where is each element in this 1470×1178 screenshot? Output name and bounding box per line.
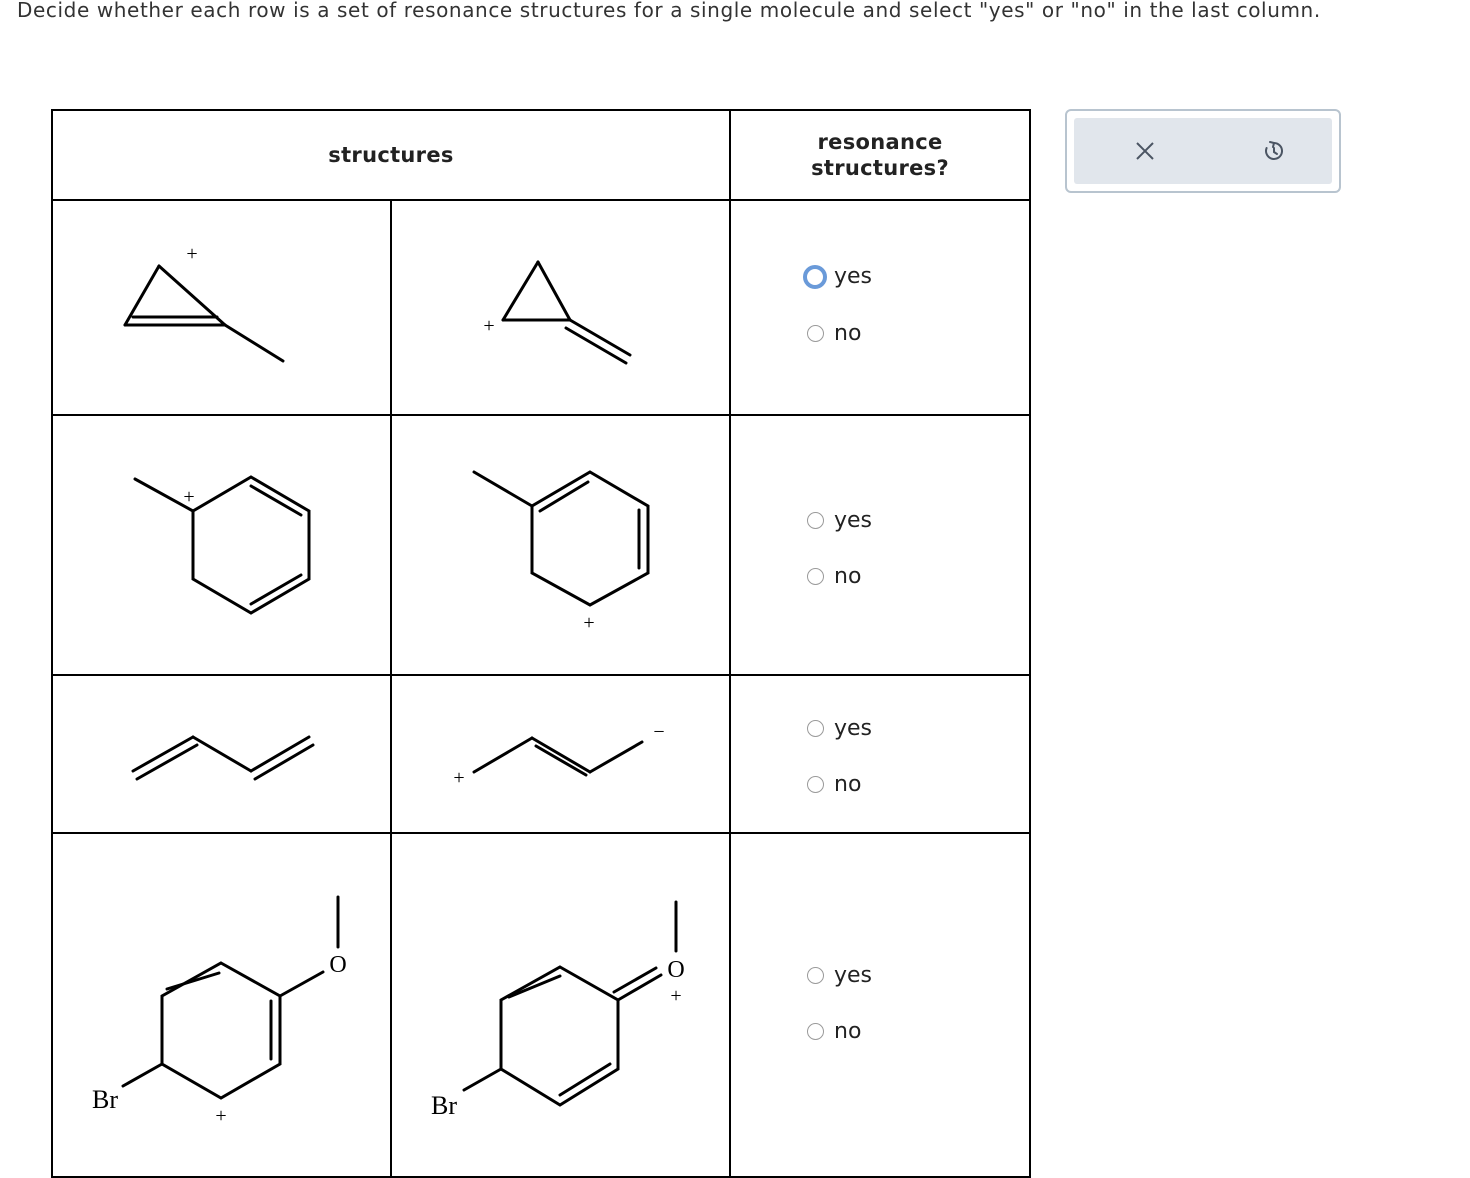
answer-cell-3: yes no — [729, 674, 1031, 834]
structure-2b: + — [390, 414, 731, 676]
structure-1b-drawing: + — [483, 260, 632, 365]
option-label: no — [834, 772, 862, 797]
header-resonance-label: resonance structures? — [811, 130, 949, 180]
structure-4a: O Br + — [51, 832, 392, 1178]
radio-button[interactable] — [807, 1023, 824, 1040]
option-label: yes — [834, 963, 873, 988]
resonance-table: structures resonance structures? + + yes… — [51, 109, 1031, 1178]
x-icon — [1136, 142, 1154, 160]
structure-3b: + − — [390, 674, 731, 834]
option-label: yes — [834, 508, 873, 533]
structure-3a-drawing — [131, 735, 315, 781]
structure-2a-drawing: + — [133, 475, 311, 615]
header-resonance-structures: resonance structures? — [729, 109, 1031, 201]
radio-option-yes[interactable]: yes — [807, 508, 872, 533]
answer-cell-2: yes no — [729, 414, 1031, 676]
radio-button[interactable] — [807, 720, 824, 737]
table-row-3: + − yes no — [51, 674, 1031, 834]
radio-button[interactable] — [807, 325, 824, 342]
answer-cell-4: yes no — [729, 832, 1031, 1178]
structure-2b-drawing: + — [472, 470, 650, 634]
header-structures: structures — [51, 109, 731, 201]
option-label: no — [834, 321, 862, 346]
radio-option-no[interactable]: no — [807, 321, 861, 346]
structure-4a-drawing: O Br + — [92, 895, 347, 1127]
clear-button[interactable] — [1131, 137, 1159, 165]
structure-3b-drawing: + − — [453, 721, 664, 789]
charge-plus: + — [186, 243, 197, 265]
table-row-1: + + yes no — [51, 199, 1031, 416]
charge-plus: + — [483, 315, 494, 337]
charge-minus: − — [653, 721, 664, 743]
option-label: no — [834, 1019, 862, 1044]
radio-option-yes[interactable]: yes — [803, 264, 873, 289]
option-label: yes — [834, 716, 873, 741]
answer-cell-1: yes no — [729, 199, 1031, 416]
table-row-2: + + yes no — [51, 414, 1031, 676]
radio-button[interactable] — [807, 967, 824, 984]
structure-1a: + — [51, 199, 392, 416]
option-label: yes — [834, 264, 873, 289]
undo-icon — [1265, 141, 1283, 160]
charge-plus: + — [670, 985, 681, 1007]
bromine-atom: Br — [431, 1091, 457, 1120]
radio-button[interactable] — [807, 776, 824, 793]
charge-plus: + — [583, 612, 594, 634]
radio-option-no[interactable]: no — [807, 564, 861, 589]
radio-option-no[interactable]: no — [807, 772, 861, 797]
structure-1a-drawing: + — [123, 243, 285, 363]
structure-4b-drawing: O + Br — [431, 900, 685, 1120]
radio-button[interactable] — [803, 264, 827, 289]
structure-2a: + — [51, 414, 392, 676]
radio-option-no[interactable]: no — [807, 1019, 861, 1044]
table-header-row: structures resonance structures? — [51, 109, 1031, 201]
table-row-4: O Br + O + Br yes no — [51, 832, 1031, 1178]
oxygen-atom: O — [667, 957, 684, 983]
radio-button[interactable] — [807, 512, 824, 529]
charge-plus: + — [183, 486, 194, 508]
radio-option-yes[interactable]: yes — [807, 716, 872, 741]
toolbar-panel — [1074, 118, 1332, 184]
structure-1b: + — [390, 199, 731, 416]
structure-3a — [51, 674, 392, 834]
option-label: no — [834, 564, 862, 589]
reset-button[interactable] — [1260, 137, 1288, 165]
oxygen-atom: O — [329, 952, 346, 978]
bromine-atom: Br — [92, 1085, 118, 1114]
radio-button[interactable] — [807, 568, 824, 585]
radio-option-yes[interactable]: yes — [807, 963, 872, 988]
question-text: Decide whether each row is a set of reso… — [17, 0, 1321, 22]
structure-4b: O + Br — [390, 832, 731, 1178]
answer-toolbar — [1065, 109, 1341, 193]
charge-plus: + — [215, 1105, 226, 1127]
charge-plus: + — [453, 767, 464, 789]
